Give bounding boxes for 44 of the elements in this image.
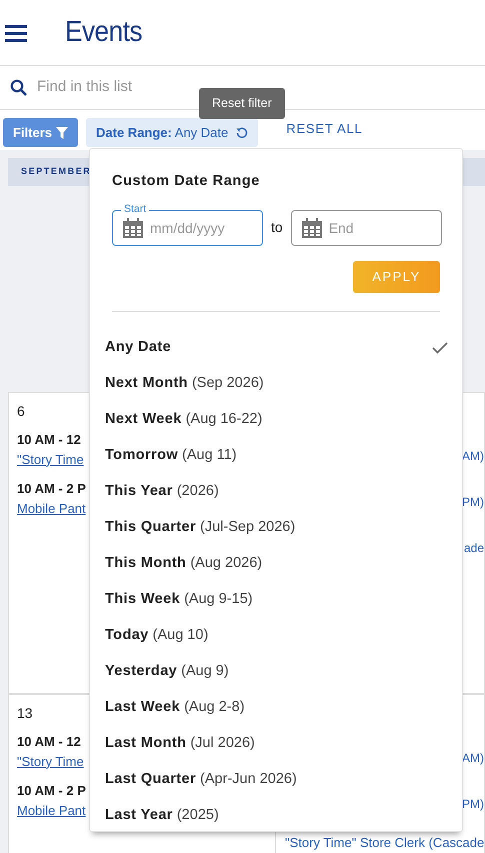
event-time: 10 AM - 2 P	[17, 782, 86, 800]
day-number: 13	[17, 704, 33, 723]
filter-icon	[56, 126, 68, 138]
event-link[interactable]: ade	[464, 541, 484, 555]
event-link[interactable]: Mobile Pant	[17, 498, 86, 518]
date-option[interactable]: This Year (2026)	[105, 474, 448, 510]
date-option[interactable]: Next Week (Aug 16-22)	[105, 402, 448, 438]
date-option[interactable]: Any Date	[105, 330, 448, 366]
event-link[interactable]: "Story Time" Store Clerk (Cascade	[285, 835, 484, 851]
page-title: Events	[65, 14, 142, 50]
event-link[interactable]: "Story Time	[17, 752, 84, 771]
date-option[interactable]: Next Month (Sep 2026)	[105, 366, 448, 402]
day-number: 6	[17, 402, 25, 421]
date-range-filter-chip[interactable]: Date Range: Any Date	[86, 118, 258, 147]
event-link[interactable]: Mobile Pant	[17, 800, 86, 820]
date-option[interactable]: Last Month (Jul 2026)	[105, 726, 448, 762]
month-label: SEPTEMBER	[21, 165, 92, 178]
date-option[interactable]: Yesterday (Aug 9)	[105, 654, 448, 690]
end-date-field[interactable]: End	[290, 210, 442, 246]
date-option[interactable]: This Month (Aug 2026)	[105, 546, 448, 582]
date-option[interactable]: This Week (Aug 9-15)	[105, 582, 448, 618]
event-link[interactable]: AM)	[462, 751, 484, 765]
date-option[interactable]: This Quarter (Jul-Sep 2026)	[105, 510, 448, 546]
dropdown-title: Custom Date Range	[112, 172, 261, 191]
event-time: 10 AM - 2 P	[17, 480, 86, 498]
date-option[interactable]: Tomorrow (Aug 11)	[105, 438, 448, 474]
date-option[interactable]: Today (Aug 10)	[105, 618, 448, 654]
event-link[interactable]: "Story Time	[17, 450, 84, 469]
calendar-icon	[300, 216, 323, 239]
event-link[interactable]: PM)	[462, 495, 484, 509]
to-label: to	[271, 218, 283, 238]
reset-icon[interactable]	[236, 126, 248, 138]
calendar-icon	[122, 216, 144, 239]
date-option[interactable]: Last Quarter (Apr-Jun 2026)	[105, 762, 448, 798]
event-time: 10 AM - 12	[17, 733, 81, 751]
event-link[interactable]: PM)	[462, 797, 484, 811]
event-link[interactable]: AM)	[462, 449, 484, 463]
tooltip: Reset filter	[199, 88, 285, 119]
date-option[interactable]: Last Year (2025)	[105, 798, 448, 834]
reset-all-link[interactable]: RESET ALL	[280, 118, 369, 140]
event-time: 10 AM - 12	[17, 431, 81, 449]
date-option[interactable]: Last Week (Aug 2-8)	[105, 690, 448, 726]
menu-icon[interactable]	[5, 24, 27, 42]
search-icon	[10, 79, 27, 96]
